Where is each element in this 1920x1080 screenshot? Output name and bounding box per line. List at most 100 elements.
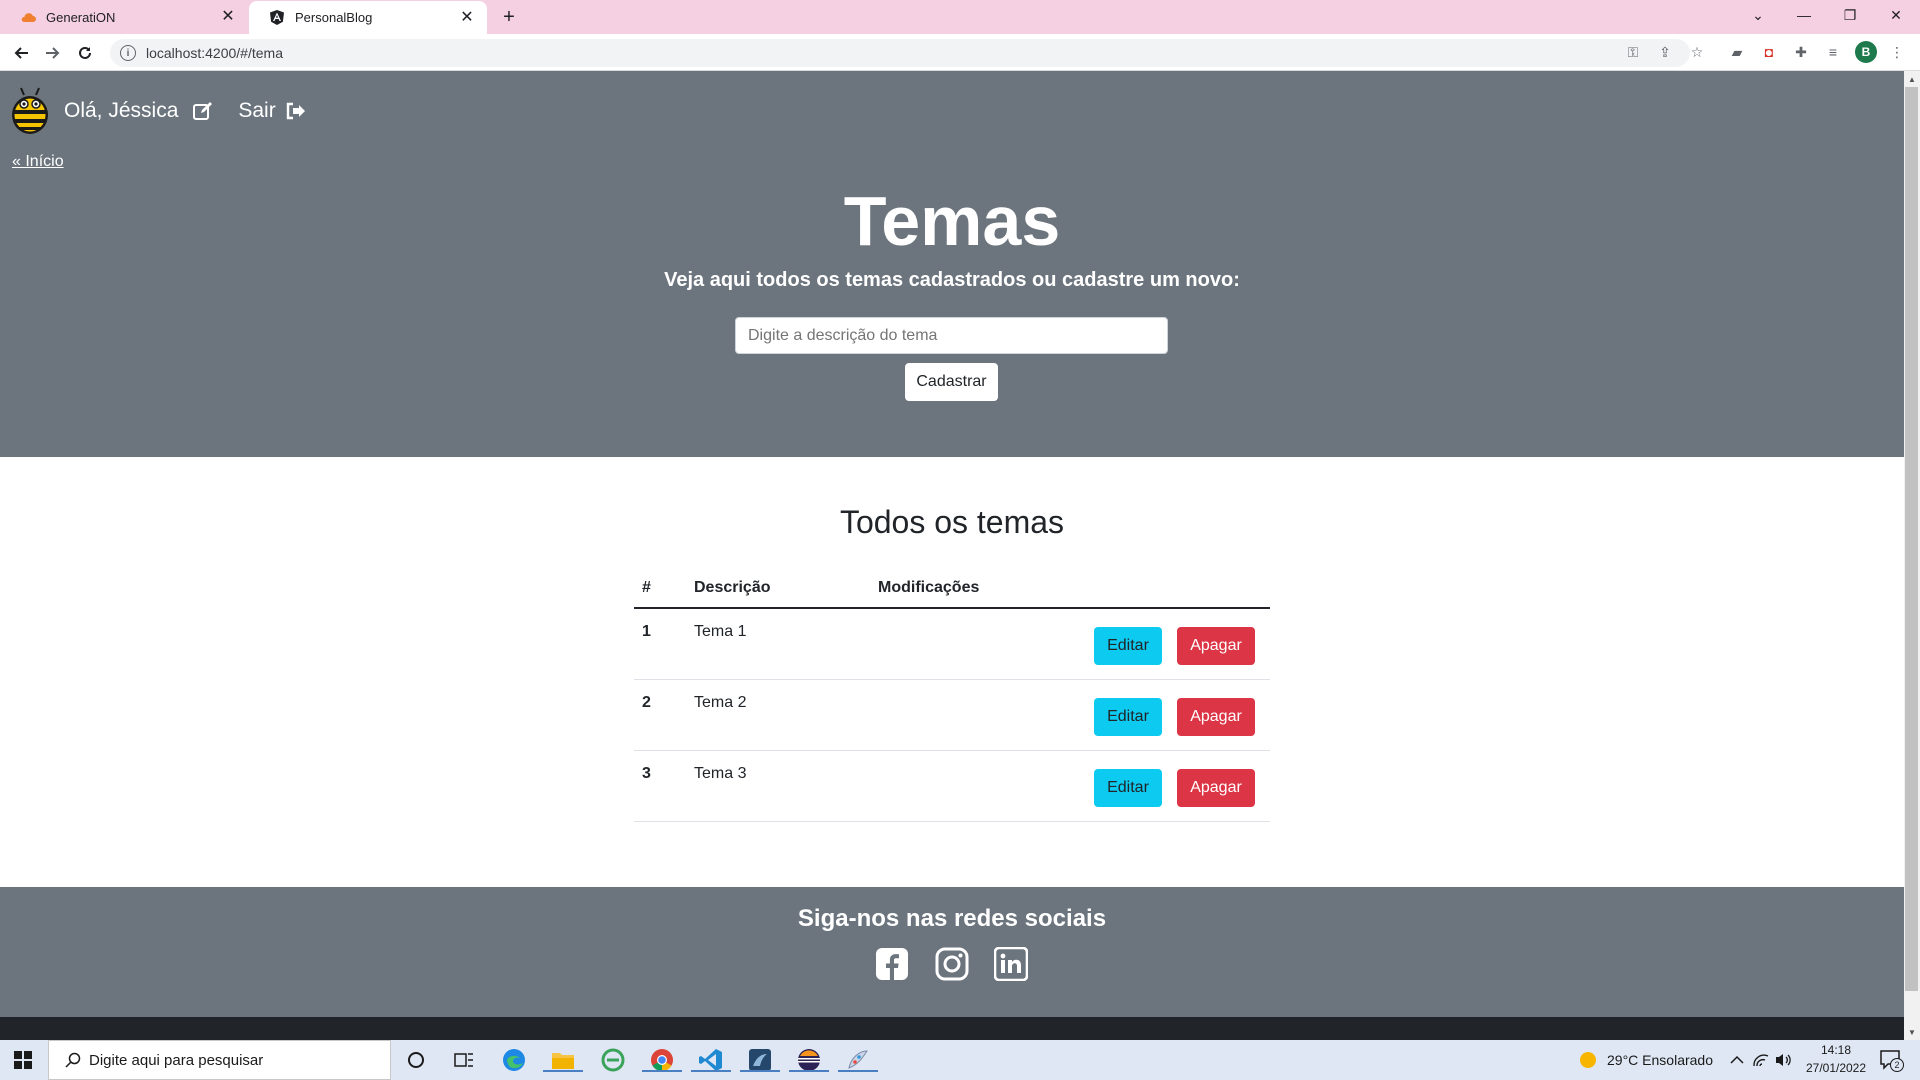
key-icon[interactable]: ⚿ xyxy=(1622,41,1644,63)
windows-taskbar: Digite aqui para pesquisar 29°C Ensolara… xyxy=(0,1040,1920,1080)
tab-generation[interactable]: GeneratiON ✕ xyxy=(0,0,248,34)
eclipse-icon[interactable] xyxy=(789,1048,829,1072)
tab-label: PersonalBlog xyxy=(295,10,373,25)
taskbar-search-input[interactable]: Digite aqui para pesquisar xyxy=(48,1040,391,1080)
running-indicator xyxy=(642,1070,682,1072)
file-explorer-icon[interactable] xyxy=(543,1048,583,1072)
back-arrow-icon[interactable] xyxy=(8,40,34,66)
user-greeting: Olá, Jéssica xyxy=(64,99,179,122)
mysql-workbench-icon[interactable] xyxy=(740,1048,780,1072)
running-indicator xyxy=(740,1070,780,1072)
cloud-icon xyxy=(20,9,36,25)
tab-label: GeneratiON xyxy=(46,9,116,25)
extension-shield-icon[interactable]: ◘ xyxy=(1758,41,1780,63)
weather-text[interactable]: 29°C Ensolarado xyxy=(1607,1052,1713,1068)
edit-button[interactable]: Editar xyxy=(1094,698,1162,736)
logout-icon[interactable] xyxy=(284,100,306,122)
clock-date[interactable]: 27/01/2022 xyxy=(1800,1061,1872,1075)
forward-arrow-icon[interactable] xyxy=(40,40,66,66)
running-indicator xyxy=(789,1070,829,1072)
table-row: 1 Tema 1 Editar Apagar xyxy=(634,609,1270,680)
running-indicator xyxy=(691,1070,731,1072)
url-text: localhost:4200/#/tema xyxy=(146,45,283,61)
puzzle-icon[interactable]: ✚ xyxy=(1790,41,1812,63)
bee-logo-icon[interactable] xyxy=(10,86,50,136)
restore-button[interactable]: ❐ xyxy=(1827,0,1873,30)
notification-count-badge: 2 xyxy=(1890,1058,1904,1072)
running-indicator xyxy=(543,1070,583,1072)
linkedin-icon[interactable] xyxy=(994,947,1028,981)
chrome-icon[interactable] xyxy=(642,1048,682,1072)
reload-icon[interactable] xyxy=(72,40,98,66)
tab-personalblog[interactable]: PersonalBlog ✕ xyxy=(249,1,487,34)
back-to-home-link[interactable]: « Início xyxy=(12,153,64,171)
row-description: Tema 2 xyxy=(694,694,747,711)
minimize-button[interactable]: — xyxy=(1781,0,1827,30)
scrollbar-thumb[interactable] xyxy=(1905,87,1918,991)
address-bar[interactable]: i localhost:4200/#/tema xyxy=(110,39,1690,67)
edge-legacy-icon[interactable] xyxy=(600,1048,626,1072)
logout-link[interactable]: Sair xyxy=(238,99,275,123)
extension-chat-icon[interactable]: ▰ xyxy=(1726,41,1748,63)
themes-list-title: Todos os temas xyxy=(839,504,1065,540)
theme-description-input[interactable] xyxy=(735,317,1168,354)
chevron-up-icon[interactable] xyxy=(1724,1048,1750,1072)
page-title: Temas xyxy=(843,182,1061,260)
hero-section: Olá, Jéssica Sair « Início Temas Veja aq… xyxy=(0,71,1904,457)
new-tab-button[interactable]: + xyxy=(497,5,521,29)
windows-start-icon[interactable] xyxy=(10,1048,36,1072)
header-modifications: Modificações xyxy=(878,579,980,596)
row-id: 2 xyxy=(642,694,651,711)
browser-tab-strip: GeneratiON ✕ PersonalBlog ✕ + ⌄ — ❐ ✕ xyxy=(0,0,1920,34)
info-icon[interactable]: i xyxy=(120,45,136,61)
weather-sun-icon[interactable] xyxy=(1575,1048,1601,1072)
edit-button[interactable]: Editar xyxy=(1094,769,1162,807)
delete-button[interactable]: Apagar xyxy=(1177,698,1255,736)
table-row: 2 Tema 2 Editar Apagar xyxy=(634,680,1270,751)
paint-icon[interactable] xyxy=(838,1048,878,1072)
footer: Siga-nos nas redes sociais xyxy=(0,887,1904,1040)
themes-table: # Descrição Modificações 1 Tema 1 Editar… xyxy=(634,571,1270,822)
header-description: Descrição xyxy=(694,579,771,596)
share-icon[interactable]: ⇪ xyxy=(1654,41,1676,63)
angular-icon xyxy=(269,10,285,26)
profile-avatar[interactable]: B xyxy=(1855,41,1877,63)
footer-bottom-bar xyxy=(0,1017,1904,1040)
star-icon[interactable]: ☆ xyxy=(1686,41,1708,63)
window-close-button[interactable]: ✕ xyxy=(1873,0,1919,30)
scroll-up-arrow-icon[interactable]: ▲ xyxy=(1904,71,1920,87)
table-row: 3 Tema 3 Editar Apagar xyxy=(634,751,1270,822)
cortana-icon[interactable] xyxy=(403,1048,429,1072)
edit-button[interactable]: Editar xyxy=(1094,627,1162,665)
vscode-icon[interactable] xyxy=(691,1048,731,1072)
register-theme-button[interactable]: Cadastrar xyxy=(905,363,998,401)
delete-button[interactable]: Apagar xyxy=(1177,769,1255,807)
tab-search-icon[interactable]: ⌄ xyxy=(1735,0,1781,30)
row-description: Tema 3 xyxy=(694,765,747,782)
close-icon[interactable]: ✕ xyxy=(459,9,475,26)
page-subtitle: Veja aqui todos os temas cadastrados ou … xyxy=(664,269,1240,291)
scroll-down-arrow-icon[interactable]: ▼ xyxy=(1904,1024,1920,1040)
facebook-icon[interactable] xyxy=(875,947,909,981)
task-view-icon[interactable] xyxy=(451,1048,477,1072)
row-id: 1 xyxy=(642,623,651,640)
footer-title: Siga-nos nas redes sociais xyxy=(797,905,1107,932)
notification-center-icon[interactable]: 2 xyxy=(1878,1048,1904,1072)
delete-button[interactable]: Apagar xyxy=(1177,627,1255,665)
kebab-menu-icon[interactable]: ⋮ xyxy=(1886,41,1908,63)
instagram-icon[interactable] xyxy=(935,947,969,981)
clock-time[interactable]: 14:18 xyxy=(1808,1043,1864,1057)
edit-profile-icon[interactable] xyxy=(192,100,214,122)
header-id: # xyxy=(642,579,651,596)
media-icon[interactable]: ≡ xyxy=(1822,41,1844,63)
taskbar-search-placeholder: Digite aqui para pesquisar xyxy=(89,1051,264,1069)
running-indicator xyxy=(838,1070,878,1072)
row-description: Tema 1 xyxy=(694,623,747,640)
volume-icon[interactable] xyxy=(1770,1048,1796,1072)
edge-icon[interactable] xyxy=(501,1048,527,1072)
browser-toolbar: i localhost:4200/#/tema ⚿ ⇪ ☆ ▰ ◘ ✚ ≡ B … xyxy=(0,34,1920,71)
close-icon[interactable]: ✕ xyxy=(220,8,236,25)
table-header: # Descrição Modificações xyxy=(634,571,1270,609)
navbar: Olá, Jéssica Sair xyxy=(0,71,1904,151)
page-viewport: Olá, Jéssica Sair « Início Temas Veja aq… xyxy=(0,71,1904,1040)
